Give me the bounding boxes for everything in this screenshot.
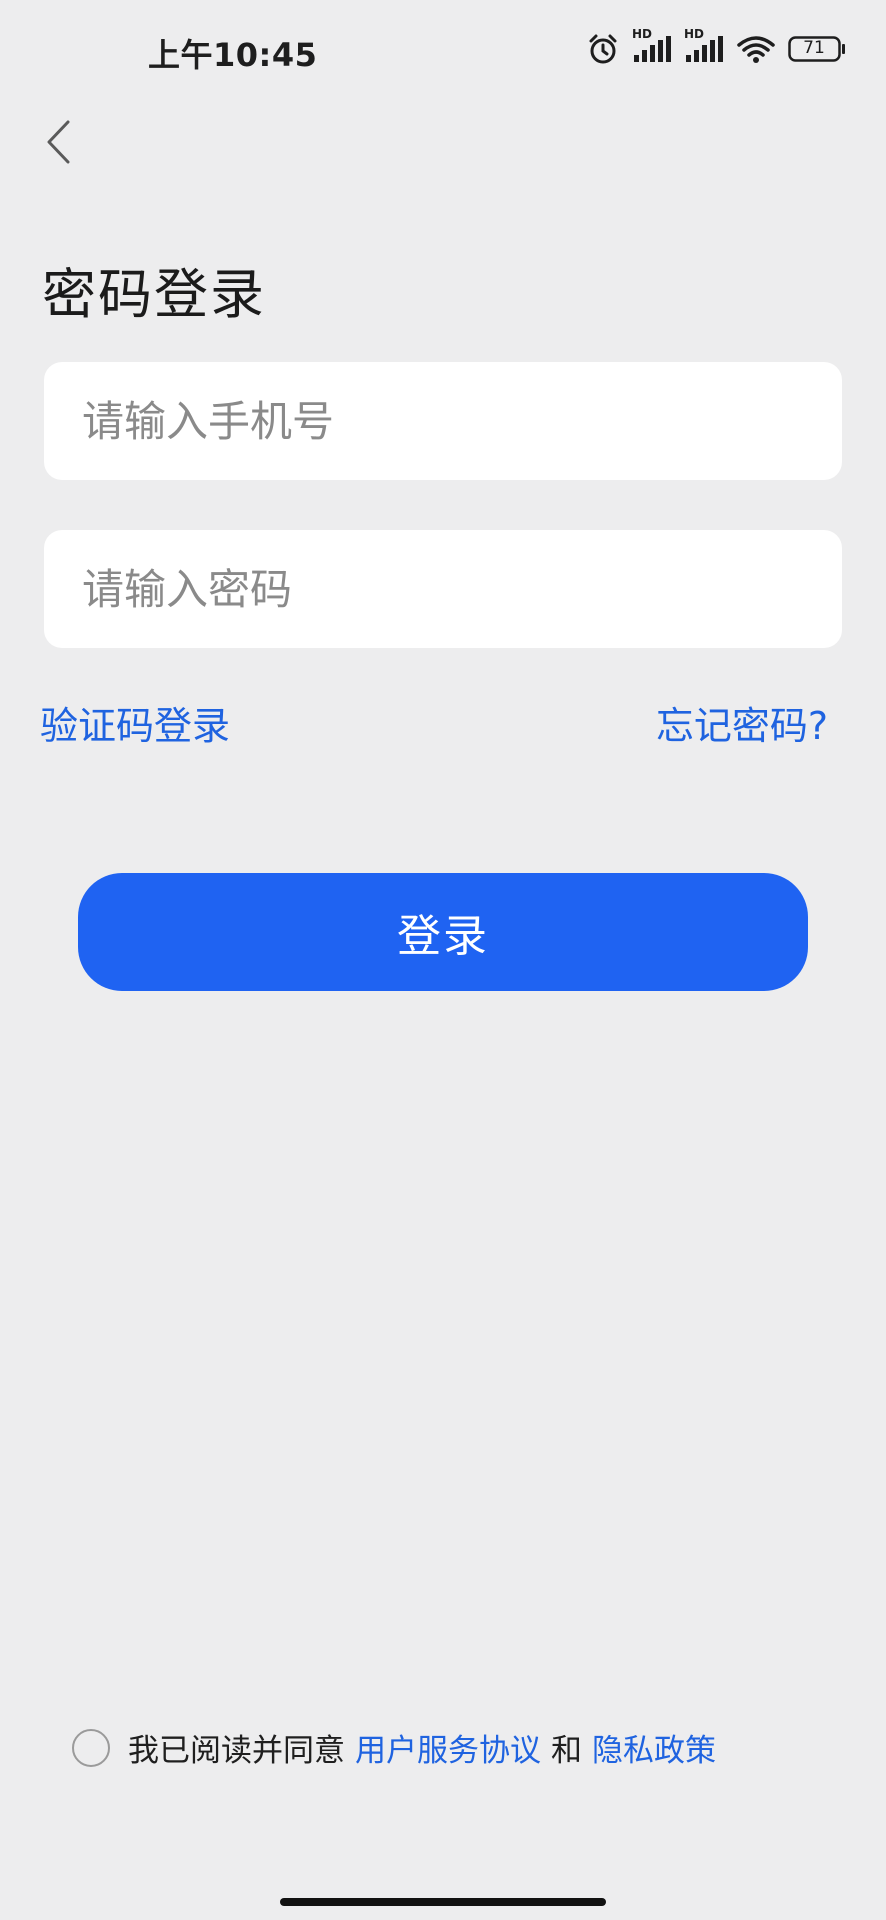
status-bar: 上午10:45 HD HD 71: [0, 0, 886, 100]
agreement-text: 我已阅读并同意: [128, 1733, 345, 1769]
agreement-checkbox[interactable]: [72, 1728, 110, 1767]
password-field[interactable]: [44, 530, 842, 648]
home-indicator[interactable]: [280, 1898, 606, 1906]
chevron-left-icon: [47, 120, 70, 164]
agreement-conjunction: 和: [551, 1733, 582, 1769]
wifi-icon: [736, 34, 776, 64]
battery-icon: 71: [788, 36, 846, 62]
terms-link[interactable]: 用户服务协议: [355, 1725, 541, 1770]
privacy-link[interactable]: 隐私政策: [592, 1725, 716, 1770]
back-button[interactable]: [36, 116, 80, 168]
page-title: 密码登录: [42, 263, 266, 326]
agreement-row: 我已阅读并同意 用户服务协议 和 隐私政策: [72, 1725, 726, 1770]
password-input[interactable]: [44, 530, 842, 648]
status-time: 上午10:45: [148, 36, 318, 74]
forgot-password-link[interactable]: 忘记密码?: [656, 695, 828, 750]
signal-icon: HD: [632, 27, 672, 63]
status-icons: HD HD 71: [586, 27, 846, 66]
login-button[interactable]: 登录: [78, 873, 808, 991]
phone-input[interactable]: [44, 362, 842, 480]
sms-login-link[interactable]: 验证码登录: [40, 695, 230, 750]
phone-field[interactable]: [44, 362, 842, 480]
signal-icon: HD: [684, 27, 724, 63]
alarm-icon: [586, 32, 620, 66]
